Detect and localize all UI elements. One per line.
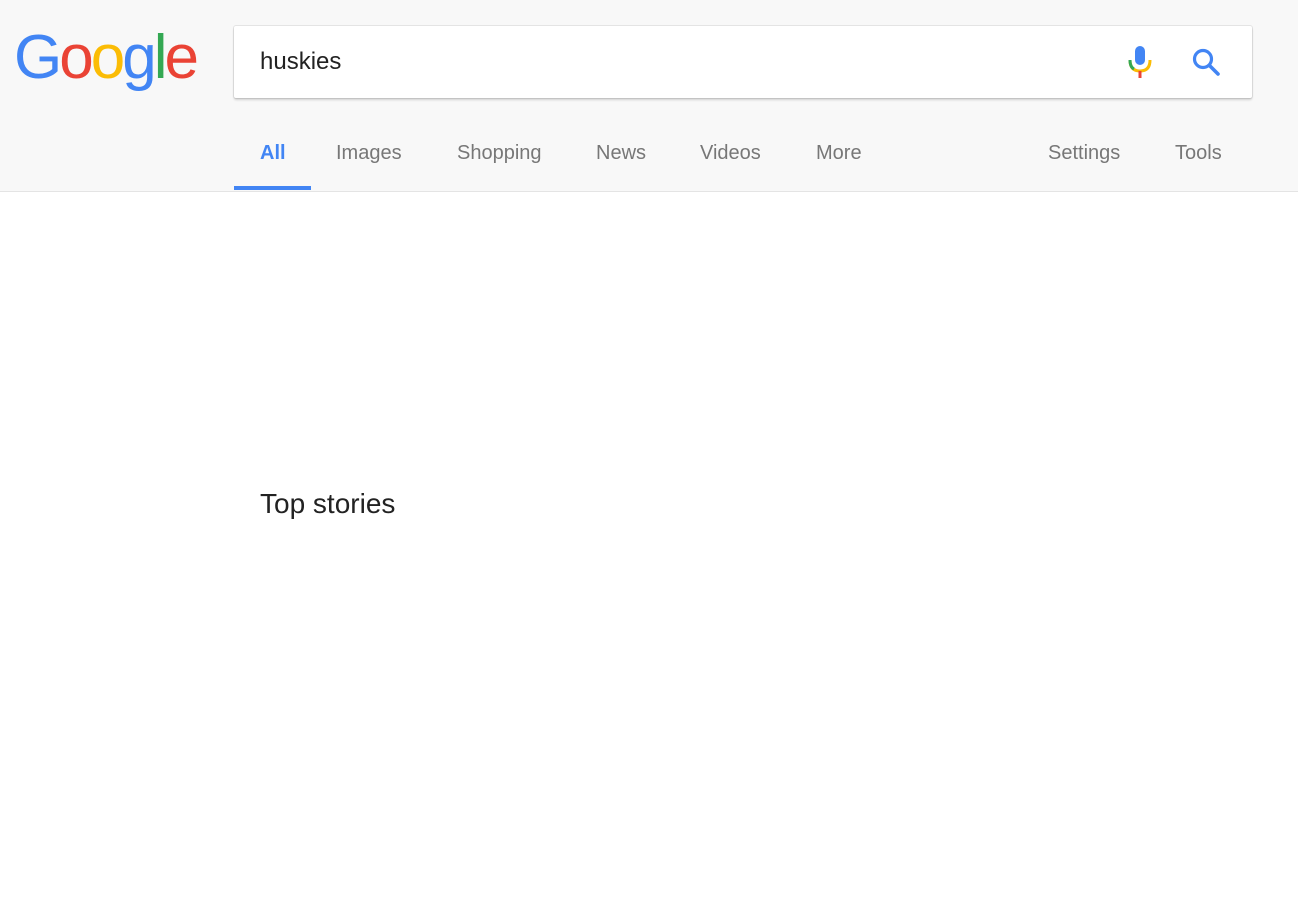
- tab-news[interactable]: News: [596, 126, 646, 190]
- magnifier-icon[interactable]: [1190, 46, 1222, 78]
- tab-images[interactable]: Images: [336, 126, 402, 190]
- logo-letter: e: [164, 23, 199, 92]
- logo-letter: o: [59, 23, 94, 92]
- tab-label: All: [260, 142, 286, 164]
- search-box: [234, 26, 1252, 98]
- logo-letter: g: [122, 23, 157, 92]
- google-logo[interactable]: Google: [14, 23, 199, 92]
- top-stories-heading: Top stories: [260, 488, 396, 519]
- tab-shopping[interactable]: Shopping: [457, 126, 542, 190]
- tab-label: Images: [336, 142, 402, 164]
- tab-label: Settings: [1048, 142, 1121, 164]
- tab-settings[interactable]: Settings: [1048, 126, 1120, 190]
- logo-letter: o: [90, 23, 126, 92]
- tab-label: More: [816, 142, 862, 164]
- tab-label: Tools: [1175, 142, 1222, 164]
- tab-label: Shopping: [457, 142, 542, 164]
- tab-label: Videos: [700, 142, 761, 164]
- search-tabs: All Images Shopping News Videos More Set…: [234, 126, 1252, 191]
- active-tab-indicator: [234, 186, 311, 190]
- tab-label: News: [596, 142, 647, 164]
- logo-letter: G: [14, 23, 62, 92]
- microphone-icon[interactable]: [1127, 44, 1153, 80]
- search-input[interactable]: [260, 44, 1100, 80]
- tab-all[interactable]: All: [260, 126, 286, 190]
- tab-more[interactable]: More: [816, 126, 862, 190]
- logo-letter: l: [153, 23, 168, 92]
- tab-videos[interactable]: Videos: [700, 126, 761, 190]
- tab-tools[interactable]: Tools: [1175, 126, 1222, 190]
- search-header: Google All Images Shopping News Videos: [0, 0, 1298, 192]
